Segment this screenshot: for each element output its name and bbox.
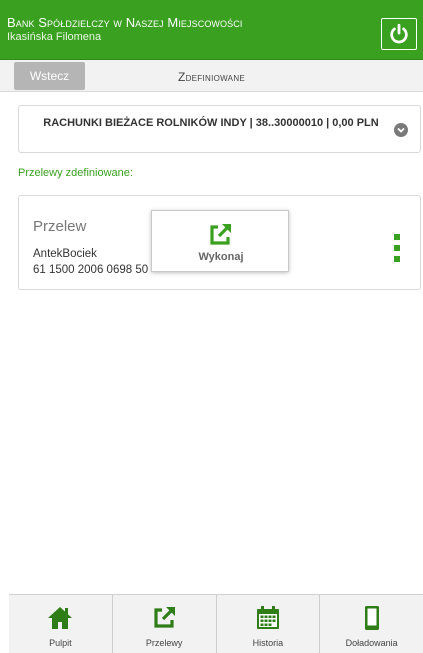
bank-name: Bank Spółdzielczy w Naszej Miejscowości [7, 15, 243, 30]
user-name: Ikasińska Filomena [7, 31, 102, 43]
nav-item-przelewy[interactable]: Przelewy [113, 595, 217, 653]
app-header: Bank Spółdzielczy w Naszej Miejscowości … [0, 0, 423, 60]
section-label: Przelewy zdefiniowane: [18, 167, 133, 179]
account-selector[interactable]: RACHUNKI BIEŻACE ROLNIKÓW INDY | 38..300… [18, 105, 421, 153]
sub-navigation: Wstecz Zdefiniowane [0, 60, 423, 92]
transfer-title: Przelew [33, 218, 87, 235]
nav-label: Doładowania [345, 638, 398, 648]
nav-item-doladowania[interactable]: Doładowania [320, 595, 423, 653]
chevron-down-icon [394, 123, 408, 137]
transfer-account-number: 61 1500 2006 0698 50 [33, 264, 149, 276]
external-link-icon [154, 607, 176, 628]
more-options-icon[interactable] [393, 234, 403, 262]
page-title: Zdefiniowane [177, 70, 246, 84]
nav-item-historia[interactable]: Historia [217, 595, 321, 653]
phone-icon [364, 606, 379, 630]
logout-button[interactable] [381, 18, 417, 50]
bottom-navigation: Pulpit Przelewy Historia Doładowania [9, 594, 423, 653]
transfer-recipient: AntekBociek [33, 248, 97, 260]
execute-label: Wykonaj [198, 251, 244, 263]
home-icon [48, 607, 73, 629]
external-link-icon [210, 224, 231, 245]
nav-label: Historia [252, 638, 284, 648]
nav-label: Pulpit [49, 638, 72, 648]
calendar-icon [256, 606, 279, 629]
account-label: RACHUNKI BIEŻACE ROLNIKÓW INDY | 38..300… [43, 117, 379, 129]
nav-item-pulpit[interactable]: Pulpit [9, 595, 113, 653]
execute-button[interactable]: Wykonaj [151, 210, 289, 272]
power-icon [390, 23, 408, 44]
nav-label: Przelewy [145, 638, 183, 648]
